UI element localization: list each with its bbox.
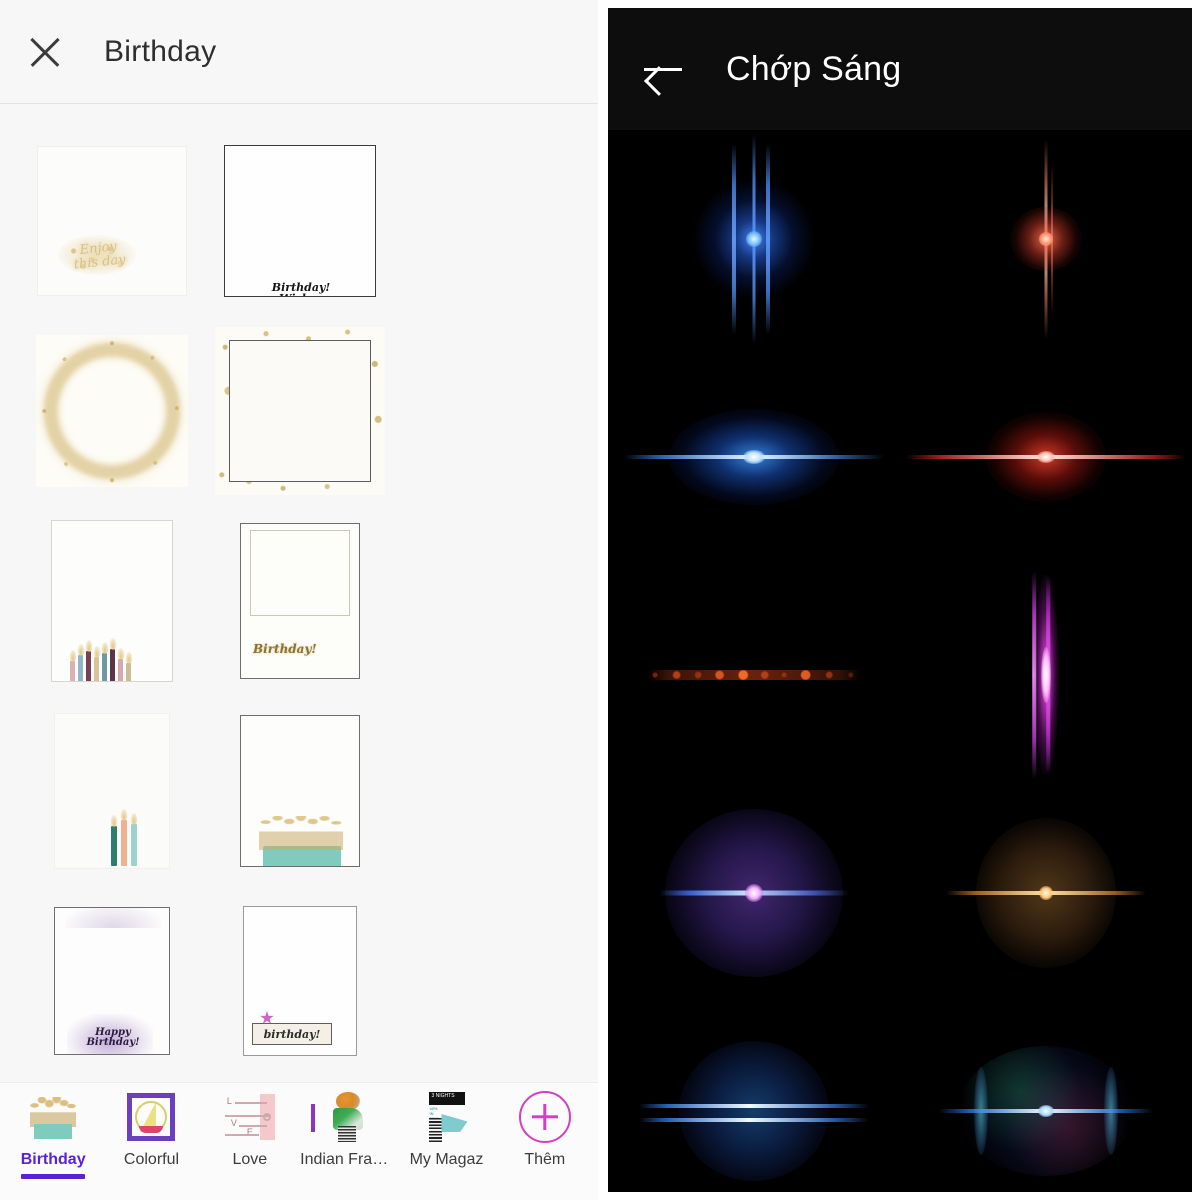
effect-item-blue-vertical[interactable]: [608, 130, 900, 348]
template-grid: Enjoy this day Birthday! Wishes: [0, 104, 598, 1082]
effect-item-blue-double-streak[interactable]: [608, 1002, 900, 1192]
page-title: Birthday: [104, 34, 217, 68]
tab-label: Birthday: [20, 1151, 86, 1168]
candle: [94, 657, 99, 681]
magazine-icon: 3 NIGHTS 40%IN2015: [418, 1089, 474, 1145]
plus-circle-icon[interactable]: [517, 1089, 573, 1145]
effects-grid: [608, 130, 1192, 1192]
candle: [102, 653, 107, 681]
template-cell[interactable]: Birthday!: [206, 506, 394, 696]
tab-label: Thêm: [524, 1151, 566, 1168]
frames-picker-panel: Birthday Enjoy this day Birthday! Wishes: [0, 0, 600, 1200]
tab-label: My Magaz: [409, 1151, 484, 1168]
template-cell[interactable]: [18, 316, 206, 506]
template-cell[interactable]: [18, 696, 206, 886]
tab-colorful[interactable]: Colorful: [102, 1089, 200, 1169]
template-thumb-polaroid-birthday[interactable]: Birthday!: [240, 523, 360, 679]
close-icon[interactable]: [22, 29, 68, 75]
candle: [131, 824, 137, 866]
effect-item-red-horizontal[interactable]: [900, 348, 1192, 566]
template-thumb-three-candles[interactable]: [54, 713, 170, 869]
active-tab-indicator: [21, 1174, 86, 1179]
tab-love[interactable]: L V E Love: [201, 1089, 299, 1169]
label-box: birthday!: [252, 1023, 332, 1045]
dual-screenshot: Birthday Enjoy this day Birthday! Wishes: [0, 0, 1200, 1200]
template-cell[interactable]: Enjoy this day: [18, 126, 206, 316]
shapes-icon: [123, 1089, 179, 1145]
candle: [78, 655, 83, 681]
candle: [70, 661, 75, 681]
candles-group: [111, 820, 137, 866]
tab-label: Indian Fram...: [300, 1151, 397, 1168]
tab-them-more[interactable]: Thêm: [496, 1089, 594, 1169]
template-thumb-happy-birthday-burst[interactable]: Happy Birthday!: [54, 907, 170, 1055]
template-text: Birthday! Wishes: [271, 280, 331, 296]
category-tabbar: Birthday Colorful L V E Love Indian Fram…: [0, 1082, 598, 1200]
template-thumb-cake[interactable]: [240, 715, 360, 867]
arrow-left-icon[interactable]: [642, 52, 684, 86]
candle: [121, 820, 127, 866]
candle: [111, 826, 117, 866]
page-title: Chớp Sáng: [726, 49, 902, 88]
tab-birthday[interactable]: Birthday: [4, 1089, 102, 1179]
candle: [86, 651, 91, 681]
tab-my-magaz[interactable]: 3 NIGHTS 40%IN2015 My Magaz: [397, 1089, 495, 1169]
template-thumb-birthday-label[interactable]: birthday!: [243, 906, 357, 1056]
inner-photo-area: [250, 530, 350, 616]
love-letters-icon: L V E: [222, 1089, 278, 1145]
template-thumb-enjoy-this-day[interactable]: Enjoy this day: [37, 146, 187, 296]
template-text: Enjoy this day: [73, 238, 127, 273]
template-cell[interactable]: [206, 696, 394, 886]
effect-item-magenta-beam[interactable]: [900, 566, 1192, 784]
left-header: Birthday: [0, 0, 598, 104]
template-cell[interactable]: birthday!: [206, 886, 394, 1076]
tab-label: Love: [232, 1151, 268, 1168]
glitter-specks: [40, 339, 184, 483]
effect-item-orange-dots[interactable]: [608, 566, 900, 784]
template-text: birthday!: [263, 1027, 321, 1041]
burst-top-glow: [65, 908, 161, 928]
effect-item-amber-glow[interactable]: [900, 784, 1192, 1002]
right-header: Chớp Sáng: [608, 8, 1192, 130]
template-text: Happy Birthday!: [86, 1027, 140, 1048]
template-thumb-gold-wreath[interactable]: [36, 335, 188, 487]
template-cell[interactable]: Happy Birthday!: [18, 886, 206, 1076]
inner-frame: [229, 340, 371, 482]
effect-item-rainbow-ring[interactable]: [900, 1002, 1192, 1192]
template-thumb-gold-stars[interactable]: [215, 327, 385, 495]
effect-item-blue-horizontal[interactable]: [608, 348, 900, 566]
candle: [118, 659, 123, 681]
template-cell[interactable]: [18, 506, 206, 696]
candle: [126, 663, 131, 681]
template-cell[interactable]: [206, 316, 394, 506]
tab-indian-frames[interactable]: Indian Fram...: [299, 1089, 397, 1169]
effect-item-purple-glow[interactable]: [608, 784, 900, 1002]
template-thumb-birthday-wishes[interactable]: Birthday! Wishes: [224, 145, 376, 297]
light-effects-panel: Chớp Sáng: [600, 0, 1200, 1200]
tab-label: Colorful: [123, 1151, 180, 1168]
effect-item-red-vertical[interactable]: [900, 130, 1192, 348]
figure-icon: [311, 1089, 376, 1145]
template-thumb-candles-row[interactable]: [51, 520, 173, 682]
candle: [110, 649, 115, 681]
cake-candles: [259, 816, 343, 850]
template-cell[interactable]: Birthday! Wishes: [206, 126, 394, 316]
template-text: Birthday!: [253, 642, 317, 657]
cake-icon: [25, 1089, 81, 1145]
candles-group: [70, 649, 131, 681]
divider: [311, 1104, 316, 1132]
